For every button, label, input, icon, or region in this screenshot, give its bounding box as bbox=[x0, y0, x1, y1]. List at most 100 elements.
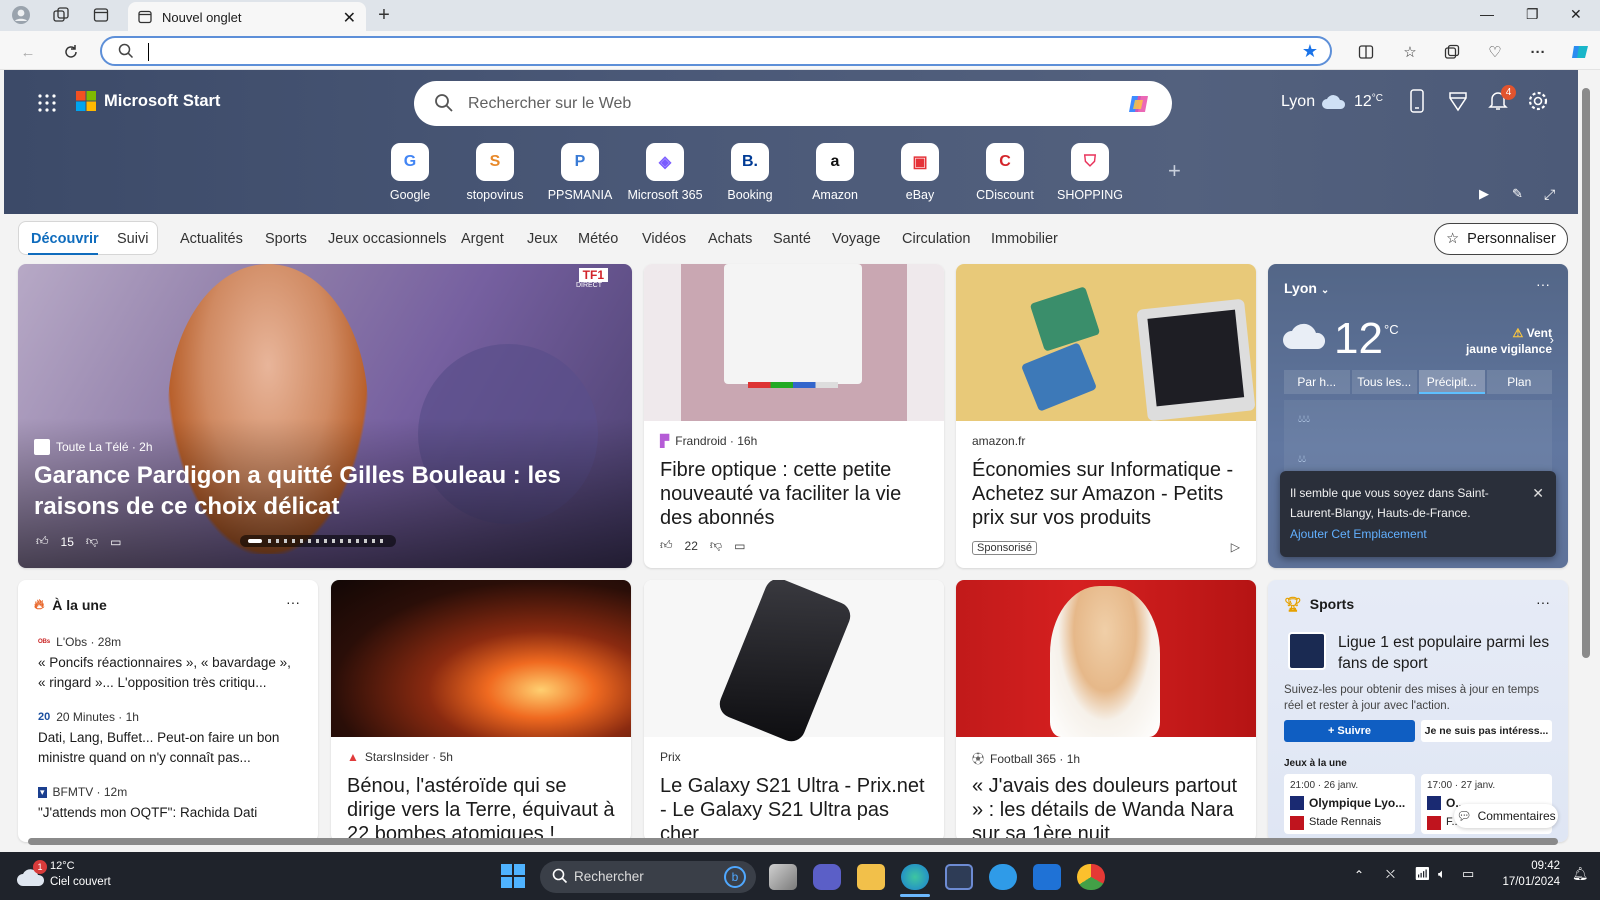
game-card[interactable]: 21:00 · 26 janv. Olympique Lyo... Stade … bbox=[1284, 774, 1415, 834]
quicklink-stopovirus[interactable]: Sstopovirus bbox=[454, 143, 536, 202]
brand[interactable]: Microsoft Start bbox=[76, 91, 220, 111]
quicklink-ppsmania[interactable]: P PPSMANIA bbox=[539, 143, 621, 202]
profile-icon[interactable] bbox=[10, 4, 32, 26]
quicklink-google[interactable]: G Google bbox=[369, 143, 451, 202]
tab-videos[interactable]: Vidéos bbox=[642, 231, 686, 247]
personalize-button[interactable]: ☆ Personnaliser bbox=[1434, 223, 1568, 255]
dislike-icon[interactable]: 👎︎ bbox=[86, 534, 98, 549]
new-tab-plus-icon[interactable]: + bbox=[373, 4, 395, 26]
store-icon[interactable] bbox=[945, 864, 973, 890]
more-options-icon[interactable]: ··· bbox=[1536, 276, 1550, 292]
notifications-bell-icon[interactable]: 4 bbox=[1487, 85, 1516, 111]
copilot-sidebar-icon[interactable] bbox=[1569, 41, 1591, 63]
taskbar-search[interactable]: Rechercher b bbox=[540, 861, 756, 893]
web-search-box[interactable]: Rechercher sur le Web bbox=[414, 81, 1172, 126]
news-card-football[interactable]: ⚽︎ Football 365 · 1h « J'avais des douleu… bbox=[956, 580, 1256, 842]
story-item[interactable]: 20 20 Minutes · 1h Dati, Lang, Buffet... … bbox=[38, 710, 302, 768]
maximize-icon[interactable]: ❐ bbox=[1526, 6, 1539, 23]
apps-grid-icon[interactable] bbox=[38, 94, 56, 112]
tab-jeux-occasionnels[interactable]: Jeux occasionnels bbox=[328, 231, 447, 247]
story-item[interactable]: ᴼᴮˢ L'Obs · 28m « Poncifs réactionnaires … bbox=[38, 635, 302, 693]
tab-achats[interactable]: Achats bbox=[708, 231, 752, 247]
edit-background-icon[interactable]: ✎ bbox=[1512, 186, 1523, 202]
collections-icon[interactable] bbox=[1441, 41, 1463, 63]
hero-news-card[interactable]: TF1 DIRECT Toute La Télé · 2h Garance Pa… bbox=[18, 264, 632, 568]
mcafee-app-icon[interactable] bbox=[1033, 864, 1061, 890]
close-window-icon[interactable]: ✕ bbox=[1570, 6, 1582, 23]
chevron-right-icon[interactable]: › bbox=[1550, 332, 1554, 347]
close-tab-icon[interactable]: ✕ bbox=[343, 8, 356, 28]
refresh-icon[interactable] bbox=[60, 41, 82, 63]
tab-sports[interactable]: Sports bbox=[265, 231, 307, 247]
teams-icon[interactable] bbox=[813, 864, 841, 890]
copilot-icon[interactable] bbox=[1126, 91, 1152, 117]
horizontal-scrollbar[interactable] bbox=[28, 838, 1558, 845]
split-screen-icon[interactable] bbox=[1355, 41, 1377, 63]
show-hidden-icons-icon[interactable]: ⌃ bbox=[1354, 868, 1364, 882]
weather-tab-daily[interactable]: Tous les... bbox=[1351, 370, 1417, 394]
address-bar[interactable]: ★ bbox=[100, 36, 1332, 66]
comment-icon[interactable]: ▭ bbox=[734, 539, 745, 553]
tab-new-tab[interactable]: Nouvel onglet ✕ bbox=[128, 2, 366, 32]
tab-circulation[interactable]: Circulation bbox=[902, 231, 971, 247]
mobile-app-icon[interactable] bbox=[1409, 89, 1425, 113]
weather-tab-precip[interactable]: Précipit... bbox=[1419, 370, 1485, 394]
favorite-star-icon[interactable]: ★ bbox=[1302, 41, 1318, 62]
tab-immobilier[interactable]: Immobilier bbox=[991, 231, 1058, 247]
chrome-icon[interactable] bbox=[1077, 864, 1105, 890]
carousel-dots[interactable] bbox=[240, 535, 396, 547]
tab-voyage[interactable]: Voyage bbox=[832, 231, 880, 247]
add-quicklink-icon[interactable]: + bbox=[1168, 158, 1181, 184]
like-icon[interactable]: 👍︎ bbox=[660, 538, 673, 553]
browser-essentials-icon[interactable]: ♡ bbox=[1484, 41, 1506, 63]
tab-jeux[interactable]: Jeux bbox=[527, 231, 558, 247]
tab-meteo[interactable]: Météo bbox=[578, 231, 618, 247]
ad-card-galaxy[interactable]: Prix Le Galaxy S21 Ultra - Prix.net - Le… bbox=[644, 580, 944, 842]
volume-icon[interactable]: 🔈︎ bbox=[1438, 866, 1446, 882]
news-card-fibre[interactable]: ▛ Frandroid · 16h Fibre optique : cette p… bbox=[644, 264, 944, 568]
quicklink-cdiscount[interactable]: C CDiscount bbox=[964, 143, 1046, 202]
settings-gear-icon[interactable] bbox=[1527, 90, 1549, 112]
vertical-tabs-icon[interactable] bbox=[90, 4, 112, 26]
weather-card[interactable]: Lyon ⌄ ··· 12 °C ⚠ Vent jaune vigilance … bbox=[1268, 264, 1568, 568]
weather-city[interactable]: Lyon ⌄ bbox=[1284, 280, 1329, 296]
windows-start-icon[interactable] bbox=[501, 864, 525, 888]
quicklink-booking[interactable]: B. Booking bbox=[709, 143, 791, 202]
minimize-icon[interactable]: — bbox=[1480, 6, 1494, 22]
comments-button[interactable]: 💬︎ Commentaires bbox=[1454, 804, 1558, 828]
ad-choices-icon[interactable]: ▷ bbox=[1231, 540, 1240, 554]
more-options-icon[interactable]: ··· bbox=[1527, 41, 1549, 63]
settings-app-icon[interactable] bbox=[989, 864, 1017, 890]
weather-tab-hourly[interactable]: Par h... bbox=[1284, 370, 1350, 394]
follow-button[interactable]: + Suivre bbox=[1284, 720, 1415, 742]
tab-argent[interactable]: Argent bbox=[461, 231, 504, 247]
quicklink-shopping[interactable]: ⛉ SHOPPING bbox=[1049, 143, 1131, 202]
tab-actualites[interactable]: Actualités bbox=[180, 231, 243, 247]
comment-icon[interactable]: ▭ bbox=[110, 535, 121, 549]
network-off-icon[interactable]: ⛌ bbox=[1386, 867, 1395, 882]
task-view-icon[interactable] bbox=[769, 864, 797, 890]
workspaces-icon[interactable] bbox=[50, 4, 72, 26]
clock-date[interactable]: 17/01/2024 bbox=[1496, 876, 1560, 888]
like-icon[interactable]: 👍︎ bbox=[36, 534, 49, 549]
favorites-icon[interactable]: ☆ bbox=[1399, 41, 1421, 63]
battery-icon[interactable]: ▭ bbox=[1462, 866, 1474, 882]
tab-sante[interactable]: Santé bbox=[773, 231, 811, 247]
header-location[interactable]: Lyon bbox=[1281, 93, 1315, 111]
quicklink-amazon[interactable]: a Amazon bbox=[794, 143, 876, 202]
add-location-link[interactable]: Ajouter Cet Emplacement bbox=[1290, 527, 1427, 541]
more-options-icon[interactable]: ··· bbox=[1536, 594, 1550, 610]
ad-card-amazon[interactable]: amazon.fr Économies sur Informatique - A… bbox=[956, 264, 1256, 568]
notification-center-icon[interactable]: 🔔︎ bbox=[1572, 866, 1589, 882]
wifi-icon[interactable]: 📶︎ bbox=[1414, 866, 1431, 882]
edge-icon[interactable] bbox=[901, 864, 929, 890]
close-icon[interactable]: ✕ bbox=[1532, 485, 1544, 502]
story-item[interactable]: ▾ BFMTV · 12m "J'attends mon OQTF": Rachi… bbox=[38, 785, 302, 823]
vertical-scrollbar[interactable] bbox=[1582, 88, 1590, 658]
expand-icon[interactable]: ⤢ bbox=[1544, 186, 1555, 203]
quicklink-microsoft365[interactable]: ◈ Microsoft 365 bbox=[624, 143, 706, 202]
weather-tab-map[interactable]: Plan bbox=[1486, 370, 1552, 394]
file-explorer-icon[interactable] bbox=[857, 864, 885, 890]
play-background-icon[interactable]: ▶ bbox=[1479, 186, 1489, 202]
tab-suivi[interactable]: Suivi bbox=[117, 231, 148, 247]
